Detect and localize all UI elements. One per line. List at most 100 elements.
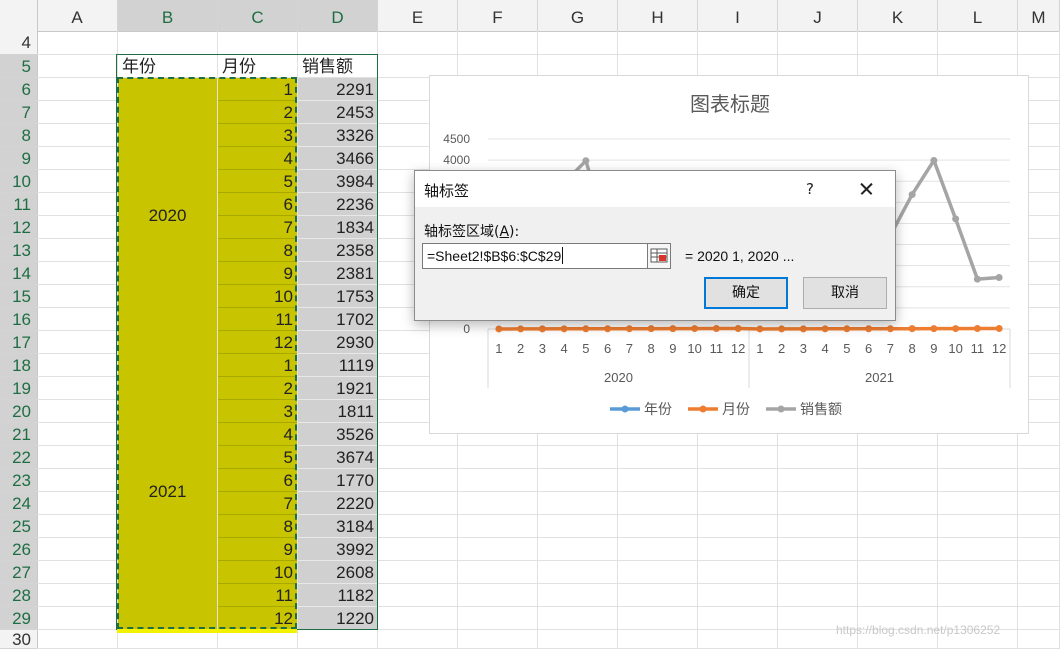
- series-point: [582, 157, 590, 165]
- series-point: [604, 325, 612, 333]
- row-header-9[interactable]: 9: [0, 147, 37, 170]
- legend-label: 年份: [644, 402, 672, 418]
- row-header-8[interactable]: 8: [0, 124, 37, 147]
- x-tick-label: 3: [800, 341, 807, 356]
- row-header-4[interactable]: 4: [0, 31, 37, 55]
- column-header-i[interactable]: I: [698, 0, 778, 31]
- series-point: [952, 215, 960, 223]
- column-header-g[interactable]: G: [538, 0, 618, 31]
- row-header-30[interactable]: 30: [0, 630, 37, 649]
- x-tick-label: 6: [604, 341, 611, 356]
- row-header-22[interactable]: 22: [0, 446, 37, 469]
- series-point: [647, 325, 655, 333]
- series-point: [538, 325, 546, 333]
- x-tick-label: 10: [687, 341, 701, 356]
- row-header-12[interactable]: 12: [0, 216, 37, 239]
- select-all-corner[interactable]: [0, 0, 38, 31]
- series-point: [821, 325, 829, 333]
- column-header-c[interactable]: C: [218, 0, 298, 31]
- x-tick-label: 5: [582, 341, 589, 356]
- x-tick-label: 9: [669, 341, 676, 356]
- row-header-21[interactable]: 21: [0, 423, 37, 446]
- column-header-m[interactable]: M: [1018, 0, 1060, 31]
- series-point: [560, 325, 568, 333]
- x-tick-label: 12: [992, 341, 1006, 356]
- row-header-25[interactable]: 25: [0, 515, 37, 538]
- row-header-11[interactable]: 11: [0, 193, 37, 216]
- row-header-18[interactable]: 18: [0, 354, 37, 377]
- selection-border: [116, 54, 378, 630]
- series-point: [843, 325, 851, 333]
- close-icon[interactable]: [851, 176, 881, 202]
- row-header-6[interactable]: 6: [0, 78, 37, 101]
- column-header-a[interactable]: A: [37, 0, 118, 31]
- row-header-28[interactable]: 28: [0, 584, 37, 607]
- legend-marker: [699, 405, 707, 413]
- series-point: [756, 325, 764, 333]
- column-header-k[interactable]: K: [858, 0, 938, 31]
- y-tick-label: 4000: [443, 153, 470, 167]
- x-tick-label: 7: [887, 341, 894, 356]
- series-point: [908, 325, 916, 333]
- row-header-19[interactable]: 19: [0, 377, 37, 400]
- dialog-titlebar[interactable]: 轴标签 ?: [415, 171, 895, 207]
- row-header-10[interactable]: 10: [0, 170, 37, 193]
- help-icon[interactable]: ?: [798, 177, 822, 201]
- row-header-17[interactable]: 17: [0, 331, 37, 354]
- series-point: [778, 325, 786, 333]
- axis-range-input[interactable]: =Sheet2!$B$6:$C$29: [422, 243, 648, 269]
- series-point: [973, 325, 981, 333]
- x-group-label: 2020: [604, 370, 633, 385]
- row-header-7[interactable]: 7: [0, 101, 37, 124]
- x-tick-label: 1: [495, 341, 502, 356]
- column-header-d[interactable]: D: [298, 0, 378, 31]
- series-point: [734, 324, 742, 332]
- axis-labels-dialog: 轴标签 ? 轴标签区域(A): =Sheet2!$B$6:$C$29 = 202…: [414, 170, 896, 321]
- spreadsheet: ABCDEFGHIJKLM 4 5 6 7 8 9 10 11 12 13 14 15 16 17 18 19…: [0, 0, 1060, 649]
- row-header-26[interactable]: 26: [0, 538, 37, 561]
- x-tick-label: 7: [626, 341, 633, 356]
- row-header-20[interactable]: 20: [0, 400, 37, 423]
- column-header-e[interactable]: E: [378, 0, 458, 31]
- selection-underline: [117, 629, 297, 633]
- column-header-h[interactable]: H: [618, 0, 698, 31]
- row-header-5[interactable]: 5: [0, 55, 37, 78]
- x-tick-label: 11: [971, 341, 985, 356]
- series-point: [669, 325, 677, 333]
- watermark: https://blog.csdn.net/p1306252: [836, 623, 1001, 637]
- x-tick-label: 4: [822, 341, 829, 356]
- y-tick-label: 4500: [443, 132, 470, 146]
- row-header-14[interactable]: 14: [0, 262, 37, 285]
- series-point: [995, 324, 1003, 332]
- series-point: [973, 275, 981, 283]
- series-point: [517, 325, 525, 333]
- row-header-23[interactable]: 23: [0, 469, 37, 492]
- row-header-27[interactable]: 27: [0, 561, 37, 584]
- column-header-l[interactable]: L: [938, 0, 1018, 31]
- series-point: [930, 156, 938, 164]
- column-header-b[interactable]: B: [118, 0, 218, 31]
- row-header-13[interactable]: 13: [0, 239, 37, 262]
- row-header-24[interactable]: 24: [0, 492, 37, 515]
- x-tick-label: 2: [778, 341, 785, 356]
- x-tick-label: 8: [909, 341, 916, 356]
- dialog-title: 轴标签: [424, 182, 470, 200]
- range-preview: = 2020 1, 2020 ...: [685, 248, 795, 264]
- series-point: [952, 325, 960, 333]
- x-tick-label: 11: [710, 341, 724, 356]
- x-tick-label: 5: [843, 341, 850, 356]
- ok-button[interactable]: 确定: [704, 277, 788, 309]
- x-group-label: 2021: [865, 370, 894, 385]
- row-header-16[interactable]: 16: [0, 308, 37, 331]
- column-header-f[interactable]: F: [458, 0, 538, 31]
- row-header-29[interactable]: 29: [0, 607, 37, 630]
- row-header-15[interactable]: 15: [0, 285, 37, 308]
- column-header-j[interactable]: J: [778, 0, 858, 31]
- x-tick-label: 6: [865, 341, 872, 356]
- x-tick-label: 9: [930, 341, 937, 356]
- x-tick-label: 12: [731, 341, 745, 356]
- cancel-button[interactable]: 取消: [803, 277, 887, 309]
- axis-range-label: 轴标签区域(A):: [424, 224, 520, 240]
- collapse-dialog-button[interactable]: [647, 243, 671, 269]
- series-point: [582, 325, 590, 333]
